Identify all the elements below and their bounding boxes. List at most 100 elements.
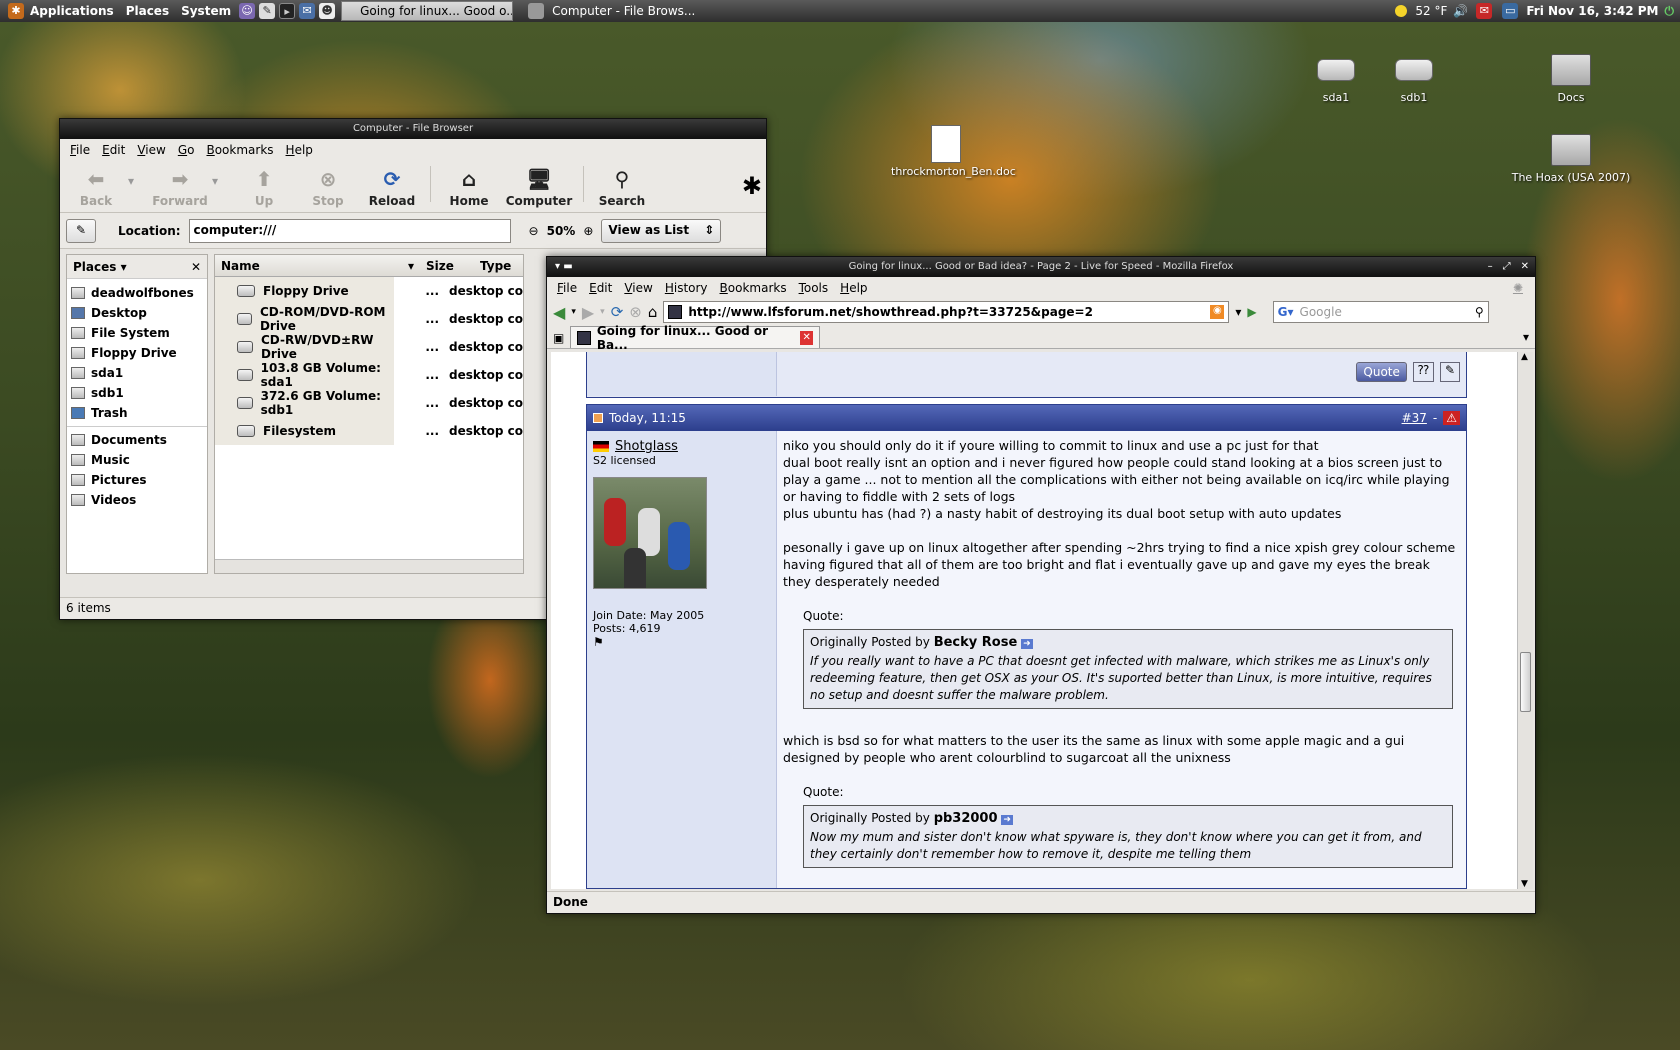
zoom-level[interactable]: 50% [547,224,576,238]
column-size[interactable]: Size [420,259,474,273]
vertical-scrollbar[interactable]: ▲ ▼ [1517,352,1533,889]
search-button[interactable]: ⚲ Search [590,167,654,208]
table-row[interactable]: CD-ROM/DVD-ROM Drive... desktop co [215,305,523,333]
menu-file[interactable]: File [64,143,96,157]
sidebar-item-music[interactable]: Music [67,450,207,470]
horizontal-scrollbar[interactable] [215,559,523,573]
stop-icon[interactable]: ⊗ [629,303,642,321]
table-row[interactable]: Floppy Drive... desktop co [215,277,523,305]
network-icon[interactable]: ▭ [1502,3,1519,19]
menu-history[interactable]: History [659,281,714,295]
system-menu[interactable]: System [175,0,237,22]
table-row[interactable]: 103.8 GB Volume: sda1... desktop co [215,361,523,389]
tab-list-icon[interactable]: ▾ [1523,330,1529,344]
view-post-icon[interactable]: ➜ [1021,639,1033,649]
sidebar-item-sda1[interactable]: sda1 [67,363,207,383]
zoom-out-icon[interactable]: ⊖ [529,224,539,238]
new-tab-icon[interactable]: ▣ [553,331,564,345]
reload-icon[interactable]: ⟳ [611,303,624,321]
home-icon[interactable]: ⌂ [648,303,658,321]
sidebar-item-desktop[interactable]: Desktop [67,303,207,323]
home-button[interactable]: ⌂ Home [437,167,501,208]
menu-file[interactable]: File [551,281,583,295]
clock[interactable]: Fri Nov 16, 3:42 PM [1526,4,1658,18]
desktop-icon-doc-file[interactable]: throckmorton_Ben.doc [891,125,1016,178]
url-dropdown-icon[interactable]: ▾ [1235,305,1241,319]
stop-button[interactable]: ⊗ Stop [296,167,360,208]
username-link[interactable]: Shotglass [615,439,678,454]
applications-menu[interactable]: ✱ Applications [0,0,120,22]
multiquote-icon[interactable]: ⁇ [1412,362,1434,382]
back-button[interactable]: ⬅ Back [64,167,128,208]
maximize-icon[interactable]: ⤢ [1503,257,1511,277]
post-number-link[interactable]: #37 [1402,411,1427,425]
menu-bookmarks[interactable]: Bookmarks [200,143,279,157]
scrollbar-thumb[interactable] [1520,652,1531,712]
sidebar-item-sdb1[interactable]: sdb1 [67,383,207,403]
window-menu-icon[interactable]: ▾ ▬ [555,257,573,277]
go-icon[interactable]: ▶ [1247,305,1256,319]
close-icon[interactable]: ✕ [1521,257,1529,277]
firefox-titlebar[interactable]: ▾ ▬ Going for linux... Good or Bad idea?… [547,257,1535,277]
forward-button[interactable]: ➡ Forward [148,167,212,208]
menu-edit[interactable]: Edit [96,143,131,157]
back-dropdown-icon[interactable]: ▾ [128,174,148,188]
table-row[interactable]: Filesystem... desktop co [215,417,523,445]
desktop-icon-sdb1[interactable]: sdb1 [1359,52,1469,104]
scroll-down-icon[interactable]: ▼ [1521,879,1528,889]
menu-edit[interactable]: Edit [583,281,618,295]
toggle-location-button[interactable]: ✎ [66,218,96,243]
launcher-gaim-icon[interactable]: ☻ [319,3,336,19]
tab-close-icon[interactable]: ✕ [799,330,814,345]
quote-button[interactable]: Quote [1356,362,1407,382]
computer-button[interactable]: 🖥 Computer [501,167,577,208]
tab-active[interactable]: Going for linux... Good or Ba... ✕ [570,324,821,352]
location-input[interactable]: computer:/// [188,218,511,243]
search-magnifier-icon[interactable]: ⚲ [1475,305,1484,319]
close-sidebar-icon[interactable]: ✕ [191,260,201,274]
reload-button[interactable]: ⟳ Reload [360,167,424,208]
mail-icon[interactable]: ✉ [1476,3,1493,19]
back-dropdown-icon[interactable]: ▾ [571,307,576,317]
exit-icon[interactable]: ⏻ [1665,4,1675,19]
table-row[interactable]: 372.6 GB Volume: sdb1... desktop co [215,389,523,417]
menu-tools[interactable]: Tools [793,281,835,295]
forward-arrow-icon[interactable]: ▶ [582,303,594,322]
file-browser-titlebar[interactable]: Computer - File Browser [60,119,766,139]
menu-view[interactable]: View [618,281,658,295]
sidebar-item-videos[interactable]: Videos [67,490,207,510]
desktop-icon-docs[interactable]: Docs [1516,52,1626,104]
task-firefox[interactable]: Going for linux... Good o... [341,1,514,21]
column-name[interactable]: Name ▾ [215,259,420,273]
launcher-thunderbird-icon[interactable]: ✉ [299,3,316,19]
sidebar-item-filesystem[interactable]: File System [67,323,207,343]
weather-temp[interactable]: 52 °F [1415,4,1447,18]
task-file-browser[interactable]: Computer - File Brows... [517,1,707,21]
places-menu[interactable]: Places [120,0,175,22]
volume-icon[interactable]: 🔊 [1453,4,1468,18]
desktop-icon-hoax[interactable]: The Hoax (USA 2007) [1506,132,1636,184]
zoom-in-icon[interactable]: ⊕ [583,224,593,238]
table-row[interactable]: CD-RW/DVD±RW Drive... desktop co [215,333,523,361]
sidebar-item-home[interactable]: deadwolfbones [67,283,207,303]
menu-help[interactable]: Help [280,143,319,157]
search-box[interactable]: G▾ Google ⚲ [1272,301,1489,323]
quick-reply-icon[interactable]: ✎ [1439,362,1460,382]
places-header[interactable]: Places ▾ ✕ [67,255,207,279]
minimize-icon[interactable]: – [1488,257,1493,277]
view-post-icon[interactable]: ➜ [1001,815,1013,825]
forward-dropdown-icon[interactable]: ▾ [600,307,605,317]
rss-icon[interactable]: ◉ [1210,305,1225,319]
launcher-editor-icon[interactable]: ✎ [259,3,276,19]
sidebar-item-floppy[interactable]: Floppy Drive [67,343,207,363]
sidebar-item-trash[interactable]: Trash [67,403,207,423]
menu-help[interactable]: Help [834,281,873,295]
launcher-pidgin-icon[interactable]: ☺ [239,3,256,19]
scroll-up-icon[interactable]: ▲ [1521,352,1528,362]
menu-view[interactable]: View [131,143,171,157]
forward-dropdown-icon[interactable]: ▾ [212,174,232,188]
sidebar-item-pictures[interactable]: Pictures [67,470,207,490]
sidebar-item-documents[interactable]: Documents [67,430,207,450]
back-arrow-icon[interactable]: ◀ [553,303,565,322]
menu-go[interactable]: Go [172,143,201,157]
